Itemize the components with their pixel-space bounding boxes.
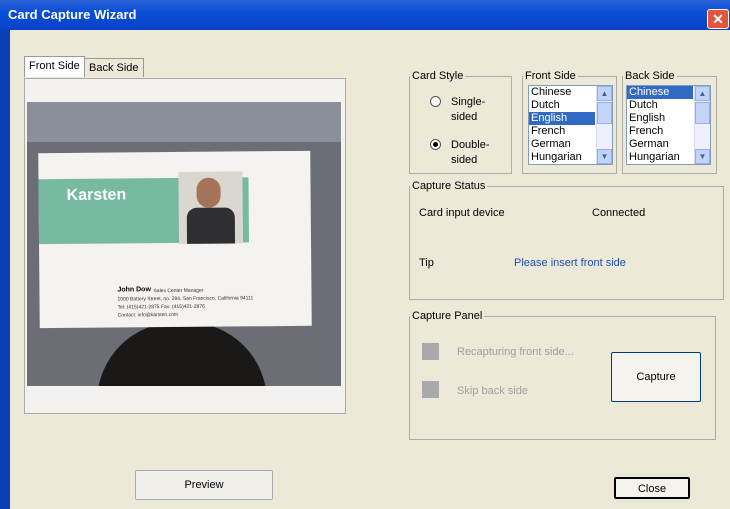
capture-button[interactable]: Capture bbox=[611, 352, 701, 402]
front-language-item-selected[interactable]: English bbox=[529, 112, 595, 125]
title-bar: Card Capture Wizard ✕ bbox=[0, 0, 730, 30]
recapture-indicator bbox=[422, 343, 439, 360]
front-side-legend: Front Side bbox=[525, 70, 576, 82]
double-sided-radio[interactable] bbox=[430, 139, 441, 150]
device-status-value: Connected bbox=[592, 207, 646, 219]
card-portrait bbox=[178, 171, 244, 244]
front-language-list[interactable]: Chinese Dutch English French German Hung… bbox=[528, 85, 613, 165]
captured-card-preview: Karsten John Dow Sales Center Manager 10… bbox=[27, 102, 341, 386]
window-close-button[interactable]: ✕ bbox=[707, 9, 729, 29]
tab-front-side[interactable]: Front Side bbox=[24, 56, 85, 77]
back-list-scrollbar[interactable]: ▲ ▼ bbox=[694, 86, 710, 164]
single-sided-radio[interactable] bbox=[430, 96, 441, 107]
device-label: Card input device bbox=[419, 207, 505, 219]
close-button[interactable]: Close bbox=[614, 477, 690, 499]
capture-panel-legend: Capture Panel bbox=[412, 310, 483, 322]
tip-value: Please insert front side bbox=[514, 257, 626, 269]
portrait-suit bbox=[186, 207, 236, 244]
scroll-up-icon[interactable]: ▲ bbox=[695, 86, 710, 101]
card-brand: Karsten bbox=[66, 186, 127, 204]
skip-back-label: Skip back side bbox=[457, 385, 528, 397]
card-address: 1000 Battery Street, no. 284, San Franci… bbox=[117, 295, 254, 303]
window-frame-left bbox=[0, 30, 10, 509]
front-list-scroll-thumb[interactable] bbox=[597, 102, 612, 124]
back-list-scroll-thumb[interactable] bbox=[695, 102, 710, 124]
tab-back-side[interactable]: Back Side bbox=[84, 58, 144, 77]
single-sided-label-1: Single- bbox=[451, 96, 486, 108]
window-title: Card Capture Wizard bbox=[8, 7, 137, 22]
portrait-head bbox=[196, 177, 221, 208]
capture-status-group: Capture Status bbox=[409, 180, 724, 300]
front-list-scrollbar[interactable]: ▲ ▼ bbox=[596, 86, 612, 164]
card-email: Contact: info@karsten.com bbox=[117, 311, 179, 319]
recapture-label: Recapturing front side... bbox=[457, 346, 574, 358]
back-language-item-selected[interactable]: Chinese bbox=[627, 86, 693, 99]
photo-background bbox=[27, 102, 341, 142]
card-style-legend: Card Style bbox=[412, 70, 464, 82]
business-card: Karsten John Dow Sales Center Manager 10… bbox=[38, 150, 312, 329]
scanner-stand bbox=[97, 322, 267, 386]
capture-status-legend: Capture Status bbox=[412, 180, 486, 192]
double-sided-label-2: sided bbox=[451, 154, 478, 166]
back-side-legend: Back Side bbox=[625, 70, 675, 82]
back-language-list[interactable]: Chinese Dutch English French German Hung… bbox=[626, 85, 711, 165]
scroll-down-icon[interactable]: ▼ bbox=[597, 149, 612, 164]
single-sided-label-2: sided bbox=[451, 111, 478, 123]
scroll-up-icon[interactable]: ▲ bbox=[597, 86, 612, 101]
card-name-title: Sales Center Manager bbox=[153, 287, 204, 295]
card-phone: Tel: (415)421-2875 Fax: (415)421-2876 bbox=[117, 303, 205, 311]
double-sided-label-1: Double- bbox=[451, 139, 490, 151]
scroll-down-icon[interactable]: ▼ bbox=[695, 149, 710, 164]
skip-back-indicator bbox=[422, 381, 439, 398]
card-name: John Dow bbox=[117, 286, 151, 294]
preview-button[interactable]: Preview bbox=[135, 470, 273, 500]
tip-label: Tip bbox=[419, 257, 434, 269]
